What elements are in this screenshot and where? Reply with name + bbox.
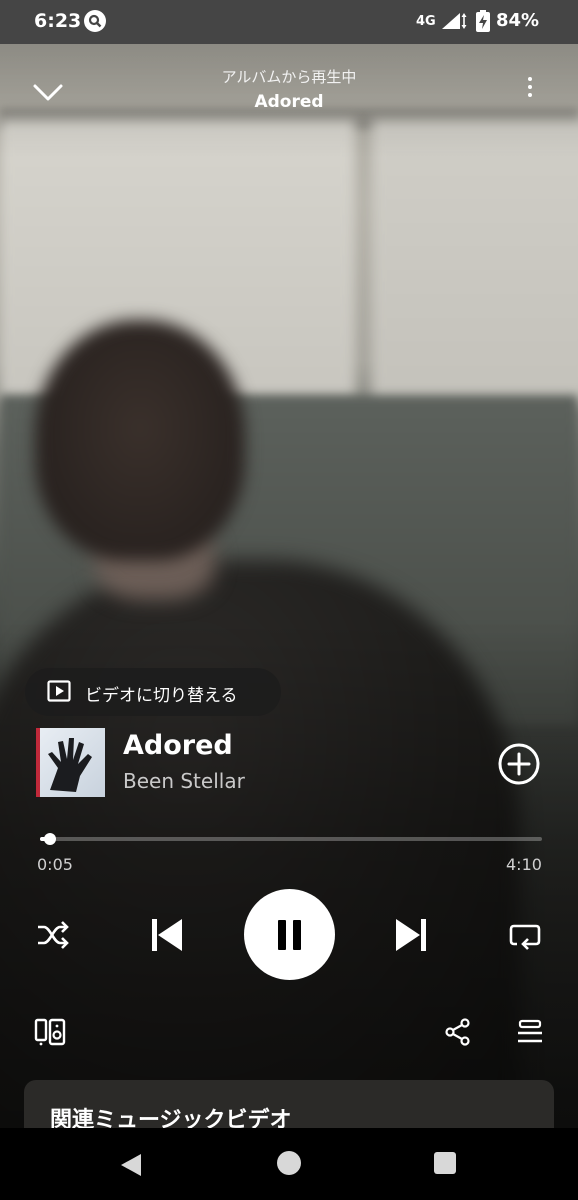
- network-type: 4G: [416, 14, 436, 29]
- skip-next-icon[interactable]: [394, 917, 428, 953]
- track-artist[interactable]: Been Stellar: [123, 769, 245, 793]
- share-icon[interactable]: [444, 1018, 472, 1046]
- playing-from-label: アルバムから再生中: [221, 68, 357, 86]
- skip-previous-icon[interactable]: [150, 917, 184, 953]
- plus-circle-icon[interactable]: [497, 742, 541, 786]
- elapsed-time: 0:05: [37, 855, 73, 874]
- connect-device-icon[interactable]: [34, 1017, 68, 1047]
- status-bar: 6:23 4G 84%: [0, 0, 578, 44]
- switch-to-video-button[interactable]: ビデオに切り替える: [25, 668, 281, 716]
- status-time: 6:23: [34, 10, 82, 32]
- shuffle-icon[interactable]: [36, 920, 70, 950]
- battery-charging-icon: [476, 10, 490, 32]
- switch-to-video-label: ビデオに切り替える: [85, 686, 238, 706]
- pause-icon-bar: [293, 920, 301, 950]
- signal-icon: [442, 13, 467, 29]
- nav-home-icon[interactable]: [277, 1151, 301, 1175]
- album-art[interactable]: [36, 728, 105, 797]
- progress-handle[interactable]: [44, 833, 57, 845]
- track-title[interactable]: Adored: [123, 730, 233, 761]
- queue-icon[interactable]: [516, 1019, 544, 1045]
- nav-back-icon[interactable]: [119, 1152, 143, 1178]
- album-art-edge: [36, 728, 40, 797]
- hand-artwork: [48, 738, 92, 792]
- nav-recents-icon[interactable]: [434, 1152, 456, 1174]
- total-time: 4:10: [506, 855, 542, 874]
- search-notification-icon: [84, 10, 106, 32]
- play-square-icon: [47, 680, 71, 702]
- pause-icon: [278, 920, 286, 950]
- battery-percent: 84%: [496, 10, 540, 31]
- album-title[interactable]: Adored: [0, 92, 578, 112]
- progress-bar[interactable]: [40, 833, 542, 845]
- more-vertical-icon[interactable]: [518, 74, 542, 106]
- repeat-icon[interactable]: [508, 920, 542, 950]
- pause-button[interactable]: [244, 889, 335, 980]
